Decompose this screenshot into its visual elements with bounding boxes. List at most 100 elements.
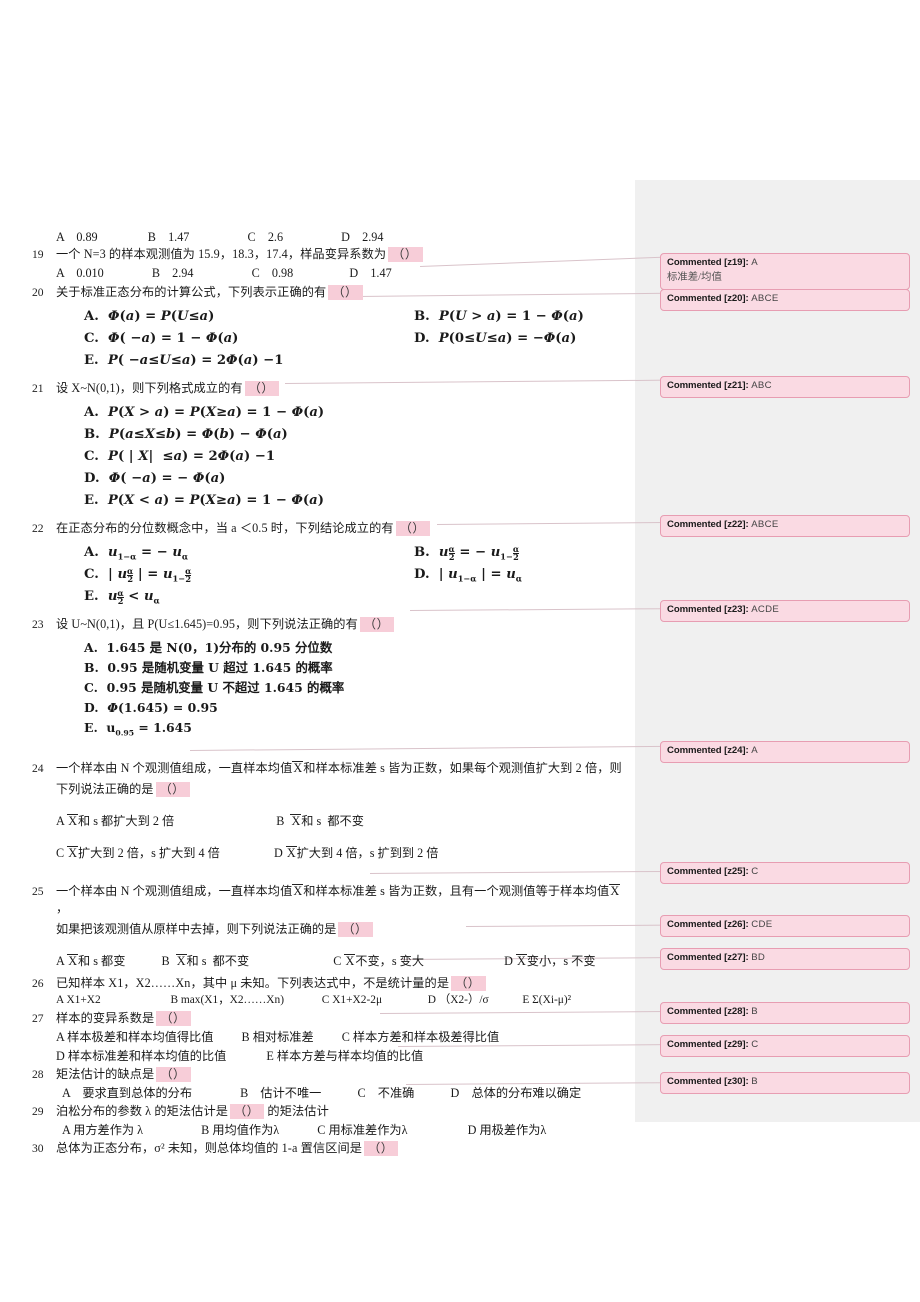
q19-option-a: A 0.010 <box>56 266 104 281</box>
answer-blank[interactable]: （） <box>338 921 373 937</box>
q26-option-b: B max(X1，X2……Xn) <box>170 994 285 1007</box>
answer-blank[interactable]: （） <box>156 1066 191 1082</box>
q18-option-d: D 2.94 <box>341 230 384 244</box>
question-stem-line1: 一个样本由 N 个观测值组成，一直样本均值X和样本标准差 s 皆为正数，且有一个… <box>56 883 621 916</box>
q27-option-b: B 相对标准差 <box>241 1030 314 1045</box>
comment-z24[interactable]: Commented [z24]: A <box>660 741 910 763</box>
q19-option-d: D 1.47 <box>349 266 392 281</box>
q18-option-b: B 1.47 <box>147 230 190 244</box>
comment-label: Commented [z24]: <box>667 745 749 756</box>
comment-label: Commented [z20]: <box>667 293 749 304</box>
question-number: 23 <box>32 617 44 631</box>
q21-option-c: C. P( | X| ≤a) = 2Φ(a) −1 <box>84 448 276 464</box>
q19-option-b: B 2.94 <box>151 266 194 281</box>
answer-blank[interactable]: （） <box>395 520 431 536</box>
question-number: 29 <box>32 1104 44 1118</box>
q20-option-d: D. P(0≤U≤a) = −Φ(a) <box>414 331 577 347</box>
q19-options-row: A 0.010 B 2.94 C 0.98 D 1.47 <box>32 264 632 282</box>
comment-z30[interactable]: Commented [z30]: B <box>660 1072 910 1094</box>
answer-blank[interactable]: （） <box>155 781 190 797</box>
question-stem-line1: 一个样本由 N 个观测值组成，一直样本均值X和样本标准差 s 皆为正数，如果每个… <box>56 760 622 775</box>
comment-value: ABCE <box>751 519 779 530</box>
q29-option-a: A 用方差作为 λ <box>62 1122 144 1137</box>
comment-z26[interactable]: Commented [z26]: CDE <box>660 915 910 937</box>
comment-value: ABCE <box>751 293 779 304</box>
comment-z28[interactable]: Commented [z28]: B <box>660 1002 910 1024</box>
comment-label: Commented [z29]: <box>667 1039 749 1050</box>
comment-value: C <box>751 866 759 877</box>
comment-z29[interactable]: Commented [z29]: C <box>660 1035 910 1057</box>
question-stem: 样本的变异系数是 <box>56 1011 155 1026</box>
q22-option-e: E. uα2 < uα <box>84 587 160 607</box>
q24-stem-line2-row: 下列说法正确的是 （） <box>32 780 632 798</box>
q28-options-row: A 要求直到总体的分布 B 估计不唯一 C 不准确 D 总体的分布难以确定 <box>32 1084 632 1102</box>
q27-options-row2: D 样本标准差和样本均值的比值 E 样本方差与样本均值的比值 <box>32 1047 632 1065</box>
answer-blank[interactable]: （） <box>156 1011 191 1027</box>
question-23: 23 设 U~N(0,1)，且 P(U≤1.645)=0.95，则下列说法正确的… <box>32 616 632 634</box>
answer-blank[interactable]: （） <box>359 616 395 632</box>
q25-options-row: A X和 s 都变 B X和 s 都不变 C X不变，s 变大 D X变小，s … <box>32 952 632 970</box>
question-stem: 一个 N=3 的样本观测值为 15.9，18.3，17.4，样品变异系数为 <box>56 247 387 262</box>
q21-option-e: E. P(X < a) = P(X≥a) = 1 − Φ(a) <box>84 492 324 508</box>
comment-value: A <box>751 745 758 756</box>
comment-z25[interactable]: Commented [z25]: C <box>660 862 910 884</box>
question-26: 26 已知样本 X1，X2……Xn，其中 μ 未知。下列表达式中，不是统计量的是… <box>32 975 632 993</box>
comment-value: ABC <box>751 380 772 391</box>
q28-option-a: A 要求直到总体的分布 <box>62 1085 193 1100</box>
q27-options-row1: A 样本极差和样本均值得比值 B 相对标准差 C 样本方差和样本极差得比值 <box>32 1028 632 1046</box>
q24-options-row2: C X扩大到 2 倍，s 扩大到 4 倍 D X扩大到 4 倍，s 扩到到 2 … <box>32 844 632 862</box>
q29-option-d: D 用极差作为λ <box>467 1122 547 1137</box>
question-stem-part1: 泊松分布的参数 λ 的矩法估计是 <box>56 1103 229 1118</box>
question-number: 25 <box>32 884 44 898</box>
question-stem-line2: 下列说法正确的是 <box>56 781 154 796</box>
q24-option-b: B X和 s 都不变 <box>276 813 364 828</box>
answer-blank[interactable]: （） <box>364 1141 399 1157</box>
q22-option-a: A. u1−α = − uα <box>84 544 189 562</box>
comment-z22[interactable]: Commented [z22]: ABCE <box>660 515 910 537</box>
q18-option-c: C 2.6 <box>247 230 284 244</box>
question-stem: 在正态分布的分位数概念中，当 a ＜0.5 时，下列结论成立的有 <box>56 520 394 535</box>
question-stem-part2: 的矩法估计 <box>267 1103 329 1118</box>
question-stem: 关于标准正态分布的计算公式，下列表示正确的有 <box>56 285 327 300</box>
q26-option-c: C X1+X2-2μ <box>321 994 383 1007</box>
q27-option-c: C 样本方差和样本极差得比值 <box>341 1030 500 1045</box>
answer-blank[interactable]: （） <box>230 1103 265 1119</box>
comment-z23[interactable]: Commented [z23]: ACDE <box>660 600 910 622</box>
q22-option-c: C. | uα2 | = u1− α 2 <box>84 565 192 585</box>
comment-z27[interactable]: Commented [z27]: BD <box>660 948 910 970</box>
q23-option-a: A. 1.645 是 N(0，1)分布的 0.95 分位数 <box>84 639 333 655</box>
answer-blank[interactable]: （） <box>451 975 486 991</box>
q25-option-c: C X不变，s 变大 <box>333 954 425 969</box>
q22-option-d: D. | u1−α | = uα <box>414 566 523 584</box>
q20-formula-block: A. Φ(a) = P(U≤a) B. P(U > a) = 1 − Φ(a) … <box>32 306 632 372</box>
q28-option-d: D 总体的分布难以确定 <box>450 1085 582 1100</box>
q20-option-e: E. P( −a≤U≤a) = 2Φ(a) −1 <box>84 353 284 369</box>
comment-z21[interactable]: Commented [z21]: ABC <box>660 376 910 398</box>
q18-options-row: A 0.89 B 1.47 C 2.6 D 2.94 <box>32 228 632 246</box>
comment-value: CDE <box>751 919 773 930</box>
comment-label: Commented [z19]: <box>667 257 749 268</box>
comment-label: Commented [z22]: <box>667 519 749 530</box>
q24-option-a: A X和 s 都扩大到 2 倍 <box>56 813 175 828</box>
comment-z20[interactable]: Commented [z20]: ABCE <box>660 289 910 311</box>
q23-option-b: B. 0.95 是随机变量 U 超过 1.645 的概率 <box>84 659 333 675</box>
question-21: 21 设 X~N(0,1)，则下列格式成立的有 （） <box>32 380 632 398</box>
document-page: A 0.89 B 1.47 C 2.6 D 2.94 19 一个 N=3 的样本… <box>0 0 920 1302</box>
question-stem: 已知样本 X1，X2……Xn，其中 μ 未知。下列表达式中，不是统计量的是 <box>56 975 450 990</box>
question-number: 22 <box>32 521 44 535</box>
comment-value: B <box>751 1076 758 1087</box>
question-19: 19 一个 N=3 的样本观测值为 15.9，18.3，17.4，样品变异系数为… <box>32 246 632 264</box>
answer-blank[interactable]: （） <box>244 381 280 397</box>
q21-formula-block: A. P(X > a) = P(X≥a) = 1 − Φ(a) B. P(a≤X… <box>32 402 632 512</box>
comment-z19[interactable]: Commented [z19]: A 标准差/均值 <box>660 253 910 290</box>
comment-value: A <box>751 257 758 268</box>
comment-label: Commented [z30]: <box>667 1076 749 1087</box>
answer-blank[interactable]: （） <box>328 285 363 301</box>
question-number: 19 <box>32 248 44 262</box>
answer-blank[interactable]: （） <box>388 247 423 263</box>
q21-option-b: B. P(a≤X≤b) = Φ(b) − Φ(a) <box>84 426 288 442</box>
question-number: 26 <box>32 976 44 990</box>
q26-option-d: D （X2-）/σ <box>427 994 489 1007</box>
q29-option-b: B 用均值作为λ <box>201 1122 280 1137</box>
comment-label: Commented [z27]: <box>667 952 749 963</box>
